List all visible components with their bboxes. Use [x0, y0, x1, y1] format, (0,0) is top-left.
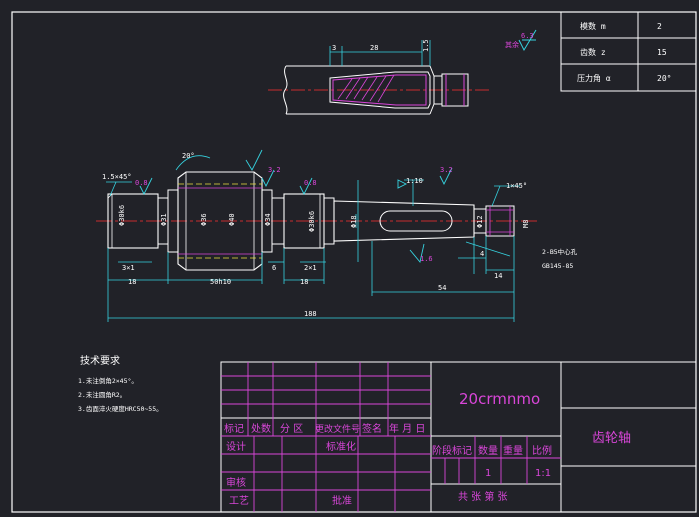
dim-keyway-depth: 1.5: [422, 39, 430, 52]
label-standardize: 标准化: [326, 440, 356, 453]
roughness-keyway: 1.6: [420, 255, 433, 263]
dia-root: Φ36: [200, 213, 208, 226]
len-left-journal: 18: [128, 278, 136, 286]
undercut-mid: 6: [272, 264, 276, 272]
roughness-symbols: [139, 149, 453, 263]
undercut-left: 3×1: [122, 264, 135, 272]
hdr-change-doc: 更改文件号: [315, 423, 360, 435]
dia-neck: Φ12: [476, 215, 484, 228]
title-block-subgrid: [221, 362, 561, 512]
label-process: 工艺: [229, 495, 249, 507]
param-value-modulus: 2: [657, 22, 662, 31]
dia-right-journal: Φ30k6: [308, 211, 316, 232]
part-name: 齿轮轴: [592, 431, 631, 446]
param-label-teeth: 齿数 z: [580, 47, 606, 57]
len-gear: 50h10: [210, 278, 231, 286]
len-thread: 14: [494, 272, 502, 280]
param-label-modulus: 模数 m: [580, 21, 606, 31]
drawing-sheet: 模数 m 2 齿数 z 15 压力角 α 20° 其余 6.3 3 28 1.5…: [11, 11, 697, 513]
roughness-left-journal: 0.8: [135, 179, 148, 187]
len-taper: 54: [438, 284, 446, 292]
hdr-date: 年 月 日: [389, 422, 425, 435]
dim-keyway-offset: 3: [332, 44, 336, 52]
chamfer-right: 1×45°: [506, 182, 527, 190]
label-weight: 重量: [503, 444, 523, 457]
label-stage-mark: 阶段标记: [432, 444, 472, 457]
chamfer-left: 1.5×45°: [102, 173, 132, 181]
dia-tip: Φ40: [228, 213, 236, 226]
roughness-right-journal: 0.8: [304, 179, 317, 187]
tech-req-item-1: 1.未注倒角2×45°。: [78, 376, 138, 385]
dia-left-journal: Φ30k6: [118, 205, 126, 226]
len-right-journal: 18: [300, 278, 308, 286]
param-value-pressure-angle: 20°: [657, 74, 671, 83]
label-quantity: 数量: [478, 444, 498, 457]
taper-ratio: 1:10: [406, 177, 423, 185]
center-hole-spec: 2-B5中心孔: [542, 247, 578, 256]
roughness-gear-right: 3.2: [268, 166, 281, 174]
param-label-pressure-angle: 压力角 α: [577, 73, 611, 83]
tech-req-title: 技术要求: [80, 354, 120, 367]
hdr-signature: 签名: [362, 422, 382, 435]
roughness-other-label: 其余: [505, 40, 519, 49]
dia-right-shoulder: Φ34: [264, 213, 272, 226]
label-approve: 批准: [332, 494, 352, 507]
hdr-mark: 标记: [224, 423, 244, 435]
gear-angle: 20°: [182, 152, 195, 160]
roughness-other-value: 6.3: [521, 32, 534, 40]
len-total: 188: [304, 310, 317, 318]
dim-keyway-length: 28: [370, 44, 378, 52]
center-hole-standard: GB145-85: [542, 262, 573, 270]
thread-size: M8: [522, 220, 530, 228]
hdr-count: 处数: [251, 422, 271, 435]
tech-req-item-3: 3.齿面淬火硬度HRC50~55。: [78, 404, 163, 413]
dia-left-shoulder: Φ31: [160, 213, 168, 226]
tech-req-item-2: 2.未注圆角R2。: [78, 390, 126, 399]
sheet-count: 共 张 第 张: [458, 490, 508, 503]
hdr-zone: 分 区: [280, 423, 303, 435]
roughness-taper: 3.2: [440, 166, 453, 174]
quantity-value: 1: [485, 468, 491, 479]
keyway-detail-view: [268, 40, 492, 115]
undercut-right: 2×1: [304, 264, 317, 272]
param-value-teeth: 15: [657, 48, 667, 57]
label-design: 设计: [226, 440, 246, 453]
label-review: 审核: [226, 476, 246, 489]
len-neck: 4: [480, 250, 484, 258]
cad-drawing-canvas[interactable]: 模数 m 2 齿数 z 15 压力角 α 20° 其余 6.3 3 28 1.5…: [0, 0, 699, 517]
label-scale: 比例: [532, 444, 552, 457]
material-name: 20crmnmo: [459, 390, 540, 408]
dia-taper: Φ18: [350, 215, 358, 228]
scale-value: 1:1: [535, 468, 551, 479]
